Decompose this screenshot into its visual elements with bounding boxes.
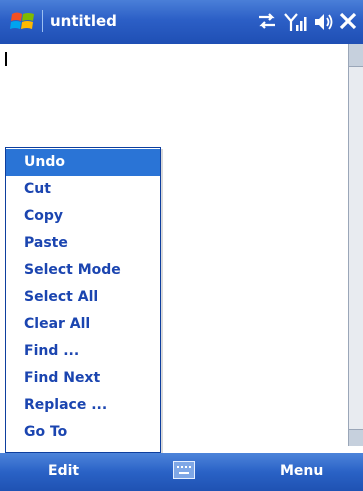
keyboard-icon[interactable] bbox=[173, 461, 195, 479]
menu-item-find[interactable]: Find ... bbox=[6, 338, 160, 365]
softkey-menu[interactable]: Menu bbox=[280, 463, 323, 479]
menu-item-paste[interactable]: Paste bbox=[6, 230, 160, 257]
scrollbar-thumb[interactable] bbox=[349, 44, 363, 67]
menu-item-clear-all[interactable]: Clear All bbox=[6, 311, 160, 338]
menu-item-copy[interactable]: Copy bbox=[6, 203, 160, 230]
scrollbar-down-button[interactable] bbox=[349, 429, 363, 446]
text-caret bbox=[5, 52, 7, 66]
vertical-scrollbar[interactable] bbox=[348, 44, 363, 446]
menu-item-undo[interactable]: Undo bbox=[6, 149, 160, 176]
menu-item-find-next[interactable]: Find Next bbox=[6, 365, 160, 392]
title-bar: untitled bbox=[0, 0, 363, 44]
title-separator bbox=[42, 10, 43, 32]
windows-start-icon[interactable] bbox=[10, 10, 36, 34]
pocket-pc-screen: untitled Undo Cut Copy Paste Select Mode… bbox=[0, 0, 363, 491]
window-title: untitled bbox=[50, 12, 117, 30]
signal-icon[interactable] bbox=[283, 11, 307, 37]
speaker-icon[interactable] bbox=[312, 11, 334, 37]
soft-key-bar: Edit Menu bbox=[0, 453, 363, 491]
menu-item-cut[interactable]: Cut bbox=[6, 176, 160, 203]
menu-item-select-mode[interactable]: Select Mode bbox=[6, 257, 160, 284]
softkey-edit[interactable]: Edit bbox=[48, 463, 79, 479]
close-icon[interactable] bbox=[338, 11, 358, 35]
connectivity-icon[interactable] bbox=[256, 11, 278, 35]
edit-context-menu: Undo Cut Copy Paste Select Mode Select A… bbox=[5, 147, 161, 453]
menu-item-select-all[interactable]: Select All bbox=[6, 284, 160, 311]
menu-item-replace[interactable]: Replace ... bbox=[6, 392, 160, 419]
menu-item-go-to[interactable]: Go To bbox=[6, 419, 160, 446]
